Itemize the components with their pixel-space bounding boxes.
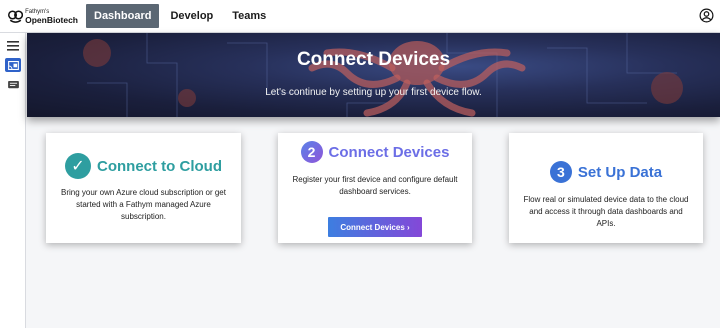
octopus-circuit-art [83,33,683,117]
sidebar [0,33,26,328]
account-circle-icon[interactable] [699,8,714,23]
checkmark-icon: ✓ [65,153,91,179]
connect-devices-button[interactable]: Connect Devices › [328,217,422,237]
card-description: Register your first device and configure… [292,175,458,196]
nav-develop[interactable]: Develop [162,5,221,27]
sidebar-menu-button[interactable] [5,39,21,53]
step-number-badge: 2 [300,141,323,163]
cast-connected-icon [7,60,19,70]
message-icon [7,80,19,88]
sidebar-item-messages[interactable] [5,78,21,92]
card-title: Set Up Data [577,163,663,181]
card-header: 3 Set Up Data [509,161,703,183]
brand-logo[interactable]: Fathym's OpenBiotech [8,8,78,25]
card-set-up-data: 3 Set Up Data Flow real or simulated dev… [509,133,703,243]
card-title: Connect to Cloud [97,157,222,175]
openbiotech-logo-icon [8,9,24,23]
main-nav: Dashboard Develop Teams [86,0,277,32]
brand-name: OpenBiotech [25,15,78,25]
hero-subtitle: Let's continue by setting up your first … [265,87,482,98]
card-description: Bring your own Azure cloud subscription … [61,188,226,221]
nav-dashboard[interactable]: Dashboard [86,4,160,28]
hero-title: Connect Devices [296,49,451,70]
hero-banner: Connect Devices Let's continue by settin… [27,33,720,117]
brand-text: Fathym's OpenBiotech [25,8,78,24]
card-connect-to-cloud: ✓ Connect to Cloud Bring your own Azure … [46,133,241,243]
step-number-badge: 3 [549,161,572,183]
card-title: Connect Devices [328,143,450,161]
card-header: 2 Connect Devices [278,141,472,163]
nav-teams[interactable]: Teams [224,5,274,27]
sidebar-item-devices[interactable] [5,58,21,72]
top-bar: Fathym's OpenBiotech Dashboard Develop T… [0,0,720,33]
card-header: ✓ Connect to Cloud [46,153,241,179]
menu-icon [7,41,19,51]
card-description: Flow real or simulated device data to th… [523,195,689,228]
card-connect-devices: 2 Connect Devices Register your first de… [278,133,472,243]
